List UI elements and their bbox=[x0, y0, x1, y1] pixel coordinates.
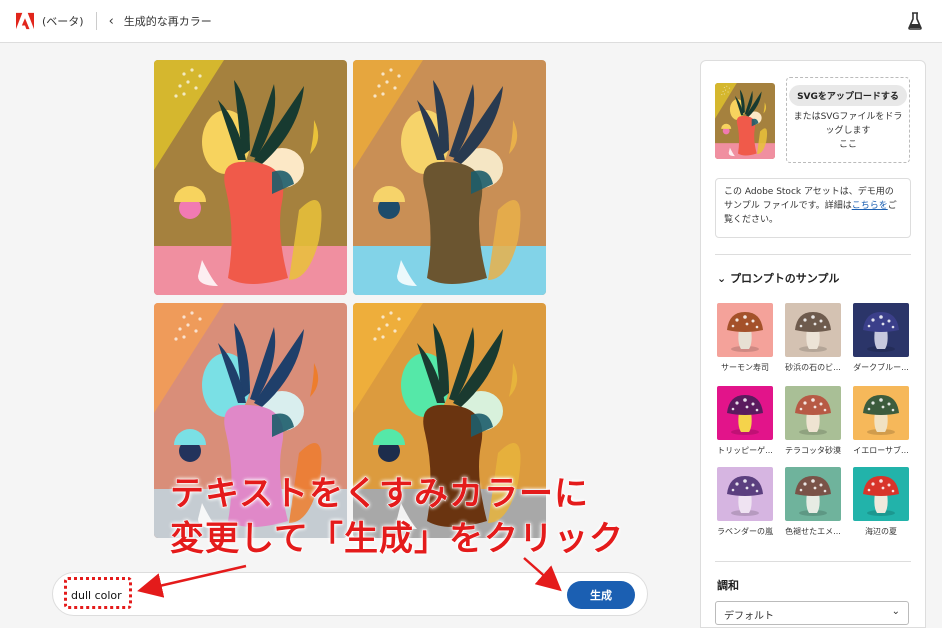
sample-thumbnail[interactable] bbox=[853, 303, 909, 357]
sample-label[interactable]: テラコッタ砂漠 bbox=[780, 445, 846, 456]
callout-line-1: テキストをくすみカラーに bbox=[170, 474, 589, 515]
info-link[interactable]: こちらを bbox=[852, 201, 888, 211]
callout-line-2: 変更して「生成」をクリック bbox=[170, 519, 624, 560]
sample-thumbnail[interactable] bbox=[717, 386, 773, 440]
sample-label[interactable]: 砂浜の石のビ... bbox=[780, 362, 846, 373]
page-title: 生成的な再カラー bbox=[123, 15, 212, 28]
sample-label[interactable]: サーモン寿司 bbox=[712, 362, 778, 373]
sample-label[interactable]: 海辺の夏 bbox=[848, 526, 914, 537]
header-divider bbox=[95, 12, 97, 30]
harmony-heading: 調和 bbox=[717, 579, 739, 592]
upload-svg-button[interactable]: SVGをアップロードする bbox=[789, 85, 907, 106]
samples-heading-label: プロンプトのサンプル bbox=[730, 272, 840, 285]
samples-heading[interactable]: ⌄ プロンプトのサンプル bbox=[717, 270, 839, 286]
divider bbox=[715, 254, 911, 255]
sample-thumbnail[interactable] bbox=[785, 386, 841, 440]
sample-thumbnail[interactable] bbox=[853, 386, 909, 440]
sample-thumbnail[interactable] bbox=[785, 303, 841, 357]
variation-2[interactable] bbox=[353, 60, 546, 295]
beta-label: (ベータ) bbox=[42, 15, 84, 28]
source-thumbnail bbox=[715, 83, 775, 159]
chevron-down-icon: ⌄ bbox=[891, 606, 900, 617]
harmony-select-value: デフォルト bbox=[724, 611, 774, 622]
divider bbox=[715, 561, 911, 562]
sample-label[interactable]: ラベンダーの嵐 bbox=[712, 526, 778, 537]
chevron-down-icon: ⌄ bbox=[717, 272, 727, 285]
sample-label[interactable]: トリッピーゲ... bbox=[712, 445, 778, 456]
sample-thumbnail[interactable] bbox=[853, 467, 909, 521]
drop-instructions: またはSVGファイルをドラッグします ここ bbox=[793, 112, 903, 150]
stock-info-box: この Adobe Stock アセットは、デモ用のサンプル ファイルです。詳細は… bbox=[715, 178, 911, 238]
top-bar: (ベータ) ‹ 生成的な再カラー bbox=[0, 0, 942, 43]
flask-icon[interactable] bbox=[908, 12, 922, 30]
variation-1[interactable] bbox=[154, 60, 347, 295]
sample-thumbnail[interactable] bbox=[785, 467, 841, 521]
sample-label[interactable]: イエローサブ... bbox=[848, 445, 914, 456]
sample-thumbnail[interactable] bbox=[717, 467, 773, 521]
adobe-logo-icon[interactable] bbox=[16, 12, 34, 30]
prompt-input[interactable] bbox=[67, 581, 537, 609]
back-chevron-icon[interactable]: ‹ bbox=[109, 14, 114, 29]
prompt-bar: 生成 bbox=[52, 572, 648, 616]
generate-button[interactable]: 生成 bbox=[567, 581, 635, 609]
right-panel: SVGをアップロードする またはSVGファイルをドラッグします ここ この Ado… bbox=[700, 60, 926, 628]
sample-label[interactable]: 色褪せたエメ... bbox=[780, 526, 846, 537]
sample-label[interactable]: ダークブルー... bbox=[848, 362, 914, 373]
sample-thumbnail[interactable] bbox=[717, 303, 773, 357]
upload-dropzone[interactable]: SVGをアップロードする またはSVGファイルをドラッグします ここ bbox=[786, 77, 910, 163]
harmony-select[interactable]: デフォルト ⌄ bbox=[715, 601, 909, 625]
